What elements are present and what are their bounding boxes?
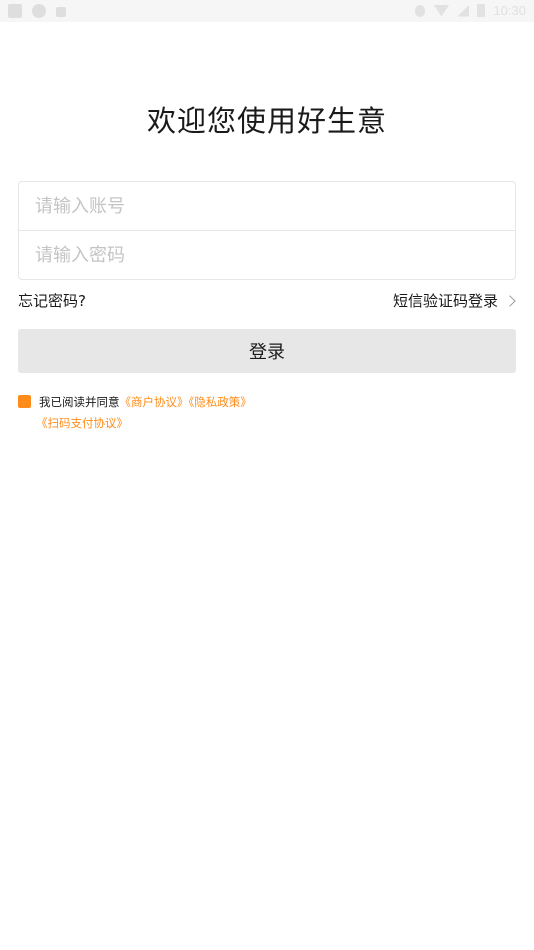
account-input[interactable] [35,182,495,230]
notification-icon [8,4,22,18]
cell-signal-icon [457,4,470,17]
location-icon [415,4,426,17]
chevron-right-icon [504,294,516,307]
login-form [18,181,516,280]
status-notification-icons [8,4,66,18]
agreement-checkbox[interactable] [18,395,31,408]
battery-icon [477,4,486,17]
agreement-prefix: 我已阅读并同意 [39,395,120,409]
status-time: 10:30 [493,3,526,18]
page-title: 欢迎您使用好生意 [146,104,387,138]
wifi-icon [433,4,450,17]
account-row [19,182,515,231]
agreement-text-line2: 《扫码支付协议》 [36,415,128,431]
forgot-password-link[interactable]: 忘记密码? [18,290,86,311]
password-input[interactable] [35,231,495,279]
password-row [19,231,515,279]
status-bar: 10:30 [0,0,534,22]
scan-pay-agreement-link[interactable]: 《扫码支付协议》 [36,416,128,430]
sms-login-label: 短信验证码登录 [392,292,498,310]
sms-login-link[interactable]: 短信验证码登录 [393,290,516,311]
login-button[interactable]: 登录 [18,329,516,373]
privacy-policy-link[interactable]: 《隐私政策》 [189,395,252,409]
status-system-icons: 10:30 [415,3,526,18]
sd-card-icon [56,7,66,17]
agreement-text: 我已阅读并同意《商户协议》《隐私政策》 [39,394,252,410]
app-notification-icon [32,4,46,18]
merchant-agreement-link[interactable]: 《商户协议》 [120,395,189,409]
login-screen: 10:30 欢迎您使用好生意 忘记密码? 短信验证码登录 登录 我已阅读并同意《… [0,0,534,950]
